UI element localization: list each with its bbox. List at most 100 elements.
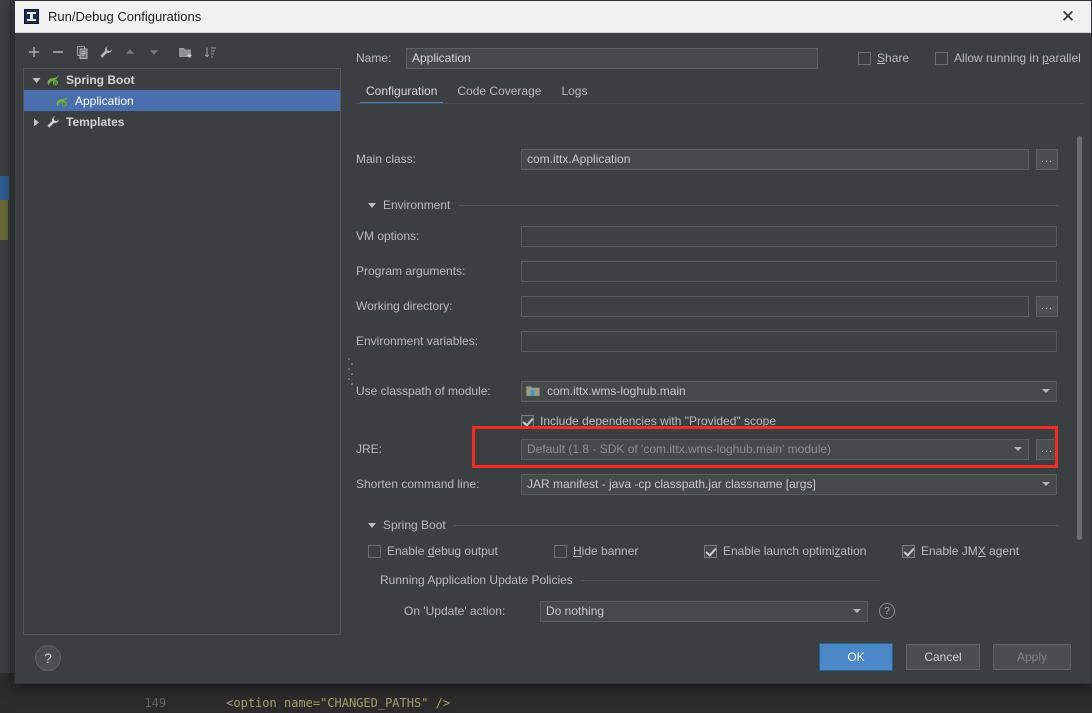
chevron-down-icon[interactable]	[30, 74, 42, 86]
program-arguments-label: Program arguments:	[356, 264, 466, 278]
environment-section-header[interactable]: Environment	[368, 198, 1058, 212]
svg-text:@: @	[54, 81, 58, 85]
enable-launch-optimization-checkbox-box[interactable]	[704, 544, 717, 558]
environment-variables-row: Environment variables:	[356, 330, 1071, 352]
close-icon[interactable]: ✕	[1045, 1, 1091, 32]
tabs-divider	[356, 103, 1083, 104]
wrench-icon	[45, 114, 61, 130]
chevron-down-icon[interactable]	[1036, 475, 1055, 494]
allow-parallel-checkbox-box[interactable]	[935, 51, 949, 65]
remove-configuration-button[interactable]	[47, 41, 69, 63]
environment-variables-label: Environment variables:	[356, 334, 479, 348]
hide-banner-checkbox-box[interactable]	[554, 544, 567, 558]
chevron-down-icon[interactable]	[1036, 382, 1055, 401]
enable-launch-optimization-checkbox[interactable]: Enable launch optimization	[704, 540, 866, 562]
jre-value: Default (1.8 - SDK of 'com.ittx.wms-logh…	[527, 442, 832, 456]
panel-splitter[interactable]	[345, 68, 356, 635]
hide-banner-checkbox[interactable]: Hide banner	[554, 540, 638, 562]
copy-configuration-button[interactable]	[71, 41, 93, 63]
environment-section-title: Environment	[383, 198, 451, 212]
tree-item-label: Application	[75, 93, 134, 108]
enable-debug-output-checkbox[interactable]: Enable debug output	[368, 540, 498, 562]
main-class-label: Main class:	[356, 152, 417, 166]
name-input[interactable]	[406, 47, 818, 69]
configuration-editor-panel: Name: Share Allow running in parallel Co…	[356, 40, 1083, 635]
shorten-command-line-label: Shorten command line:	[356, 477, 480, 491]
include-provided-row: Include dependencies with "Provided" sco…	[521, 410, 776, 432]
arrow-up-icon[interactable]	[119, 41, 141, 63]
jre-label: JRE:	[356, 442, 383, 456]
splitter-handle[interactable]	[348, 358, 353, 386]
folder-add-icon[interactable]	[175, 41, 197, 63]
vm-options-input[interactable]	[521, 225, 1057, 247]
tree-item-spring-boot[interactable]: @ Spring Boot	[24, 69, 340, 90]
chevron-down-icon[interactable]	[368, 522, 376, 528]
main-class-input[interactable]: com.ittx.Application	[521, 148, 1029, 170]
working-directory-browse-button[interactable]: ...	[1036, 295, 1058, 317]
editor-code-text: <option name="CHANGED_PATHS" />	[226, 696, 451, 710]
enable-debug-output-checkbox-box[interactable]	[368, 544, 381, 558]
main-class-row: Main class: com.ittx.Application ...	[356, 148, 1071, 170]
update-policies-section-title: Running Application Update Policies	[380, 573, 573, 587]
form-scrollbar[interactable]	[1076, 112, 1083, 633]
vm-options-row: VM options:	[356, 225, 1071, 247]
tab-code-coverage[interactable]: Code Coverage	[447, 84, 551, 104]
tree-item-label: Templates	[66, 114, 125, 129]
hide-banner-label: Hide banner	[573, 544, 639, 558]
run-debug-configurations-dialog: Run/Debug Configurations ✕ @ Spring Boot…	[14, 0, 1092, 684]
dialog-title: Run/Debug Configurations	[48, 9, 202, 24]
main-class-browse-button[interactable]: ...	[1036, 148, 1058, 170]
include-provided-checkbox-box[interactable]	[521, 414, 534, 428]
svg-text:@: @	[63, 102, 67, 106]
shorten-command-line-select[interactable]: JAR manifest - java -cp classpath.jar cl…	[521, 473, 1057, 495]
on-update-action-help-icon[interactable]: ?	[879, 603, 895, 619]
share-checkbox[interactable]: Share	[858, 51, 909, 65]
spring-leaf-icon: @	[45, 72, 61, 88]
section-divider	[458, 204, 1058, 206]
jre-row: JRE: Default (1.8 - SDK of 'com.ittx.wms…	[356, 438, 1071, 460]
chevron-down-icon[interactable]	[368, 202, 376, 208]
sort-alphabetically-icon[interactable]	[199, 41, 221, 63]
add-configuration-button[interactable]	[23, 41, 45, 63]
arrow-down-icon[interactable]	[143, 41, 165, 63]
tree-item-application[interactable]: @ Application	[24, 90, 340, 111]
shorten-command-line-value: JAR manifest - java -cp classpath.jar cl…	[527, 477, 816, 491]
working-directory-row: Working directory: ...	[356, 295, 1071, 317]
include-provided-checkbox[interactable]: Include dependencies with "Provided" sco…	[521, 414, 776, 428]
tab-configuration[interactable]: Configuration	[356, 84, 447, 104]
allow-parallel-checkbox[interactable]: Allow running in parallel	[935, 51, 1081, 65]
share-checkbox-box[interactable]	[858, 51, 871, 65]
help-button[interactable]: ?	[35, 645, 61, 671]
spring-boot-section-header[interactable]: Spring Boot	[368, 518, 1058, 532]
enable-jmx-agent-checkbox-box[interactable]	[902, 544, 915, 558]
share-label: Share	[877, 51, 910, 65]
program-arguments-input[interactable]	[521, 260, 1057, 282]
classpath-module-select[interactable]: com.ittx.wms-loghub.main	[521, 380, 1057, 402]
form-scrollbar-thumb[interactable]	[1077, 136, 1082, 540]
enable-debug-output-label: Enable debug output	[387, 544, 498, 558]
chevron-down-icon[interactable]	[1008, 440, 1027, 459]
vm-options-label: VM options:	[356, 229, 420, 243]
jre-select[interactable]: Default (1.8 - SDK of 'com.ittx.wms-logh…	[521, 438, 1029, 460]
chevron-down-icon[interactable]	[847, 602, 866, 621]
on-update-action-label: On 'Update' action:	[404, 604, 506, 618]
program-arguments-row: Program arguments:	[356, 260, 1071, 282]
tree-item-templates[interactable]: Templates	[24, 111, 340, 132]
chevron-right-icon[interactable]	[30, 116, 42, 128]
working-directory-input[interactable]	[521, 295, 1029, 317]
editor-line-number: 149	[144, 696, 167, 710]
tree-item-label: Spring Boot	[66, 72, 135, 87]
configurations-tree-panel[interactable]: @ Spring Boot @ Application Templates	[23, 68, 341, 635]
apply-button[interactable]: Apply	[993, 644, 1071, 670]
wrench-icon[interactable]	[95, 41, 117, 63]
on-update-action-select[interactable]: Do nothing	[540, 600, 868, 622]
cancel-button[interactable]: Cancel	[906, 644, 980, 670]
ok-button[interactable]: OK	[820, 644, 892, 670]
classpath-module-row: Use classpath of module: com.ittx.wms-lo…	[356, 380, 1071, 402]
enable-jmx-agent-checkbox[interactable]: Enable JMX agent	[902, 540, 1019, 562]
jre-browse-button[interactable]: ...	[1036, 438, 1058, 460]
ide-marker-blue	[0, 176, 9, 200]
configuration-form: Main class: com.ittx.Application ... Env…	[356, 112, 1083, 635]
environment-variables-input[interactable]	[521, 330, 1057, 352]
tab-logs[interactable]: Logs	[551, 84, 597, 104]
